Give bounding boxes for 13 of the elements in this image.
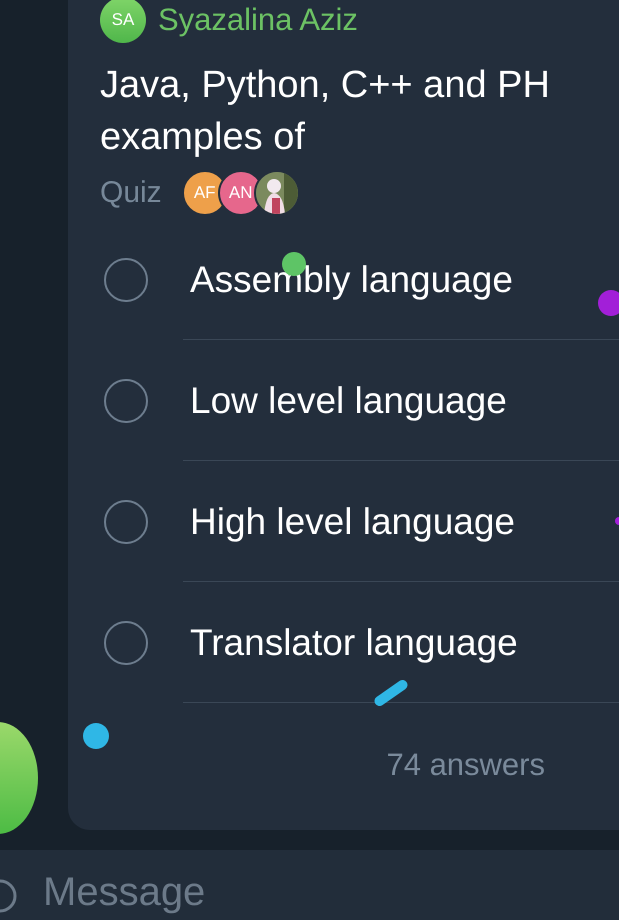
quiz-question: Java, Python, C++ and PH examples of [100, 63, 551, 160]
radio-button[interactable] [104, 378, 148, 422]
option-label[interactable]: High level language [190, 500, 516, 542]
poll-type-label: Quiz [100, 176, 162, 210]
radio-button[interactable] [104, 258, 148, 302]
radio-button[interactable] [104, 500, 148, 544]
message-input[interactable]: Message [0, 850, 619, 920]
sender-name[interactable]: Syazalina Aziz [158, 2, 358, 38]
option-label[interactable]: Translator language [190, 622, 518, 664]
radio-button[interactable] [104, 620, 148, 664]
option-label[interactable]: Assembly language [190, 258, 513, 300]
answers-count[interactable]: 74 answers [386, 747, 545, 783]
option-label[interactable]: Low level language [190, 380, 507, 422]
